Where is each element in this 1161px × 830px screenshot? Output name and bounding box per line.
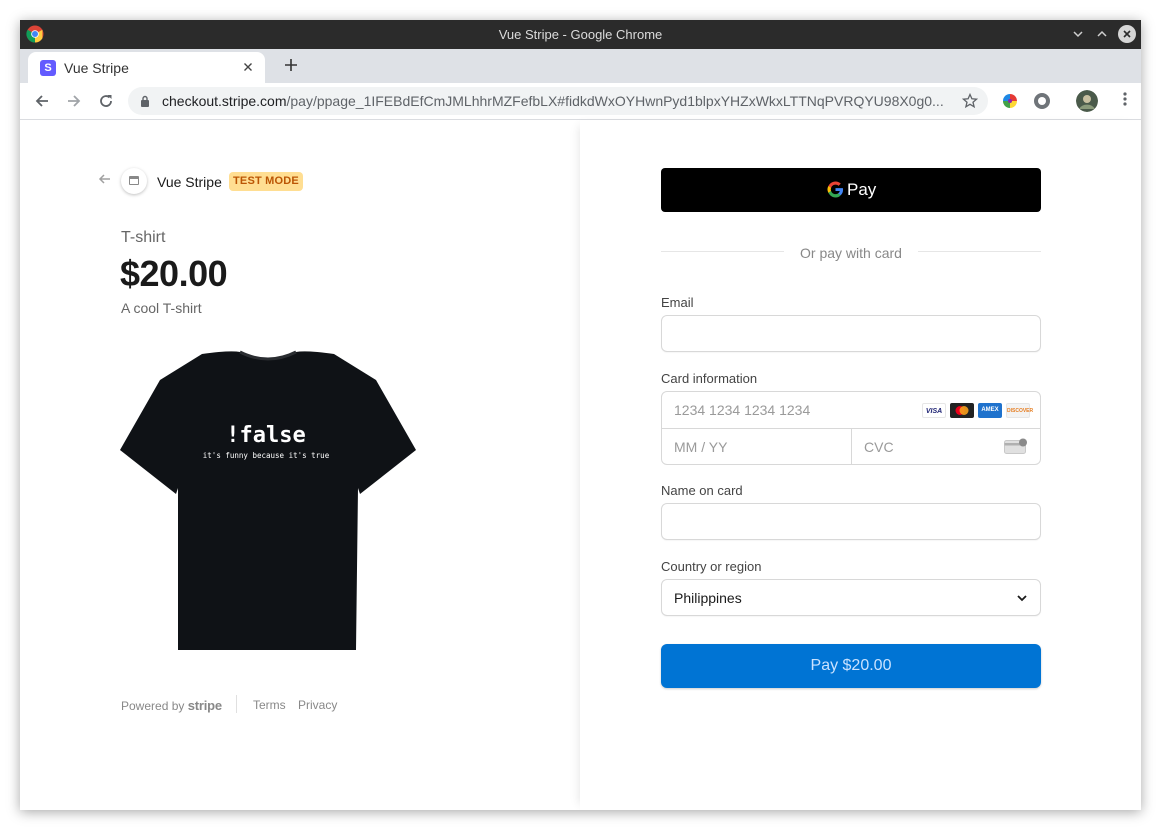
email-label: Email: [661, 295, 694, 310]
window-title: Vue Stripe - Google Chrome: [498, 27, 663, 42]
extension-circle-icon[interactable]: [1033, 92, 1051, 110]
tab-strip: S Vue Stripe: [20, 49, 1141, 83]
new-tab-button[interactable]: [280, 55, 302, 77]
product-name: T-shirt: [121, 229, 166, 246]
star-icon: [961, 92, 979, 109]
pay-button-label: Pay $20.00: [810, 657, 892, 674]
close-icon: [1123, 30, 1131, 38]
color-wheel-extension-icon[interactable]: [1001, 92, 1019, 110]
tab-close-button[interactable]: [239, 58, 257, 76]
tab-title: Vue Stripe: [64, 60, 129, 76]
expiry-placeholder: MM / YY: [674, 439, 728, 455]
powered-by-text: Powered by: [121, 699, 185, 713]
tab-vue-stripe[interactable]: S Vue Stripe: [28, 52, 265, 83]
close-window-button[interactable]: [1118, 25, 1136, 43]
stripe-logo: stripe: [187, 698, 222, 713]
chevron-up-icon: [1097, 30, 1107, 37]
product-image-tshirt: !false it's funny because it's true: [120, 350, 416, 650]
forward-button[interactable]: [64, 91, 84, 111]
reload-button[interactable]: [96, 91, 116, 111]
lock-icon: [141, 95, 149, 107]
cvc-card-icon: [1004, 438, 1027, 454]
pay-button[interactable]: Pay $20.00: [661, 644, 1041, 688]
browser-window: Vue Stripe - Google Chrome S Vue Stripe: [20, 20, 1141, 810]
privacy-link[interactable]: Privacy: [298, 698, 337, 712]
url-text: checkout.stripe.com/pay/ppage_1IFEBdEfCm…: [162, 93, 952, 109]
plus-icon: [285, 59, 297, 71]
cvc-input[interactable]: CVC: [852, 429, 1040, 465]
country-select-value: Philippines: [674, 590, 742, 606]
merchant-name: Vue Stripe: [157, 174, 222, 190]
payment-form-panel: Pay Or pay with card Email Card informat…: [580, 120, 1141, 810]
chevron-down-icon: [1017, 595, 1027, 602]
footer-divider: [236, 695, 237, 713]
close-icon: [244, 63, 252, 71]
visa-icon: VISA: [922, 403, 946, 418]
browser-toolbar: checkout.stripe.com/pay/ppage_1IFEBdEfCm…: [20, 83, 1141, 120]
google-pay-label: Pay: [847, 180, 877, 199]
google-pay-button[interactable]: Pay: [661, 168, 1041, 212]
shirt-print-main: !false: [226, 423, 305, 448]
card-information-group: 1234 1234 1234 1234 VISA AMEX DISCOVER M…: [661, 391, 1041, 465]
shirt-print-sub: it's funny because it's true: [203, 451, 330, 460]
arrow-left-icon: [98, 174, 110, 184]
discover-icon: DISCOVER: [1006, 403, 1033, 418]
merchant-store-icon: [121, 168, 147, 194]
more-vertical-icon: [1123, 92, 1127, 106]
chevron-down-icon: [1073, 31, 1083, 38]
back-button[interactable]: [32, 91, 52, 111]
card-number-placeholder: 1234 1234 1234 1234: [674, 402, 811, 418]
amex-icon: AMEX: [978, 403, 1002, 418]
powered-by-stripe[interactable]: Powered by stripe: [121, 698, 222, 713]
arrow-left-icon: [35, 95, 48, 107]
mastercard-icon: [950, 403, 974, 418]
or-pay-with-card-text: Or pay with card: [800, 245, 902, 261]
address-bar[interactable]: checkout.stripe.com/pay/ppage_1IFEBdEfCm…: [128, 87, 988, 115]
google-g-icon: [827, 181, 844, 198]
back-to-merchant-button[interactable]: [98, 172, 114, 188]
reload-icon: [100, 95, 112, 107]
bookmark-star-button[interactable]: [961, 91, 979, 114]
test-mode-badge: TEST MODE: [229, 172, 303, 191]
card-information-label: Card information: [661, 371, 758, 386]
country-label: Country or region: [661, 559, 762, 574]
checkout-page: Vue Stripe TEST MODE T-shirt $20.00 A co…: [20, 120, 1141, 810]
title-bar: Vue Stripe - Google Chrome: [20, 20, 1141, 49]
expiry-input[interactable]: MM / YY: [662, 429, 851, 465]
cvc-placeholder: CVC: [864, 439, 894, 455]
product-description: A cool T-shirt: [121, 300, 202, 316]
url-path: /pay/ppage_1IFEBdEfCmJMLhhrMZFefbLX#fidk…: [286, 93, 944, 109]
url-host: checkout.stripe.com: [162, 93, 287, 109]
product-summary-panel: Vue Stripe TEST MODE T-shirt $20.00 A co…: [20, 120, 580, 810]
country-select[interactable]: Philippines: [661, 579, 1041, 616]
maximize-button[interactable]: [1093, 25, 1111, 43]
card-number-input[interactable]: 1234 1234 1234 1234 VISA AMEX DISCOVER: [662, 392, 1040, 428]
browser-menu-button[interactable]: [1123, 91, 1127, 112]
profile-avatar[interactable]: [1076, 90, 1098, 112]
name-on-card-label: Name on card: [661, 483, 743, 498]
email-field[interactable]: [661, 315, 1041, 352]
terms-link[interactable]: Terms: [253, 698, 286, 712]
name-on-card-field[interactable]: [661, 503, 1041, 540]
product-price: $20.00: [120, 253, 228, 294]
minimize-button[interactable]: [1069, 25, 1087, 43]
arrow-right-icon: [68, 95, 81, 107]
stripe-favicon-icon: S: [40, 60, 56, 76]
